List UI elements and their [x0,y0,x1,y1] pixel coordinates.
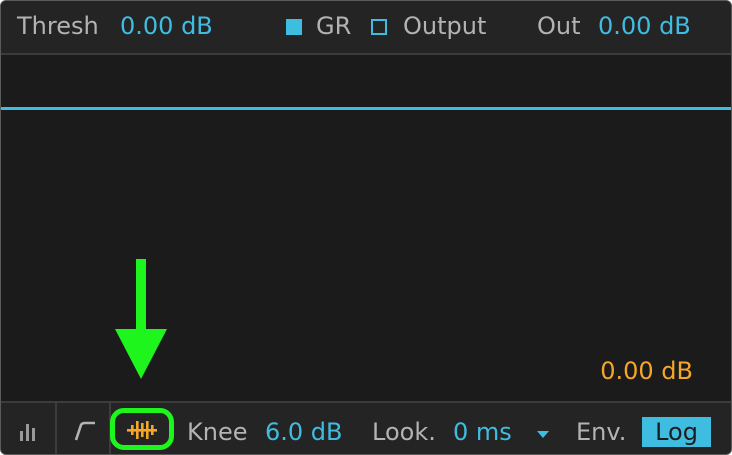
knee-curve-icon[interactable] [73,419,99,443]
knee-label: Knee [187,418,248,446]
dropdown-triangle-icon[interactable] [536,430,550,439]
threshold-value[interactable]: 0.00 dB [120,12,213,40]
bar-meter-icon[interactable] [17,419,41,443]
bottom-divider [55,403,57,454]
gr-label: GR [316,12,352,40]
sidechain-waveform-icon[interactable] [126,419,158,441]
envelope-log-button[interactable]: Log [642,417,711,447]
gr-checkbox[interactable] [286,19,302,35]
knee-value[interactable]: 6.0 dB [265,418,343,446]
out-label: Out [537,12,581,40]
gain-reduction-readout: 0.00 dB [600,357,693,385]
bottom-bar: Knee 6.0 dB Look. 0 ms Env. Log [1,401,731,454]
lookahead-label: Look. [372,418,436,446]
output-checkbox[interactable] [371,19,387,35]
compressor-device-panel: Thresh 0.00 dB GR Output Out 0.00 dB 0.0… [0,0,732,455]
output-label: Output [403,12,487,40]
lookahead-value[interactable]: 0 ms [453,418,512,446]
annotation-arrow-icon [115,259,167,379]
out-value[interactable]: 0.00 dB [598,12,691,40]
gain-reduction-line [1,107,731,110]
threshold-label: Thresh [17,12,99,40]
top-bar: Thresh 0.00 dB GR Output Out 0.00 dB [1,1,731,55]
envelope-label: Env. [576,418,627,446]
